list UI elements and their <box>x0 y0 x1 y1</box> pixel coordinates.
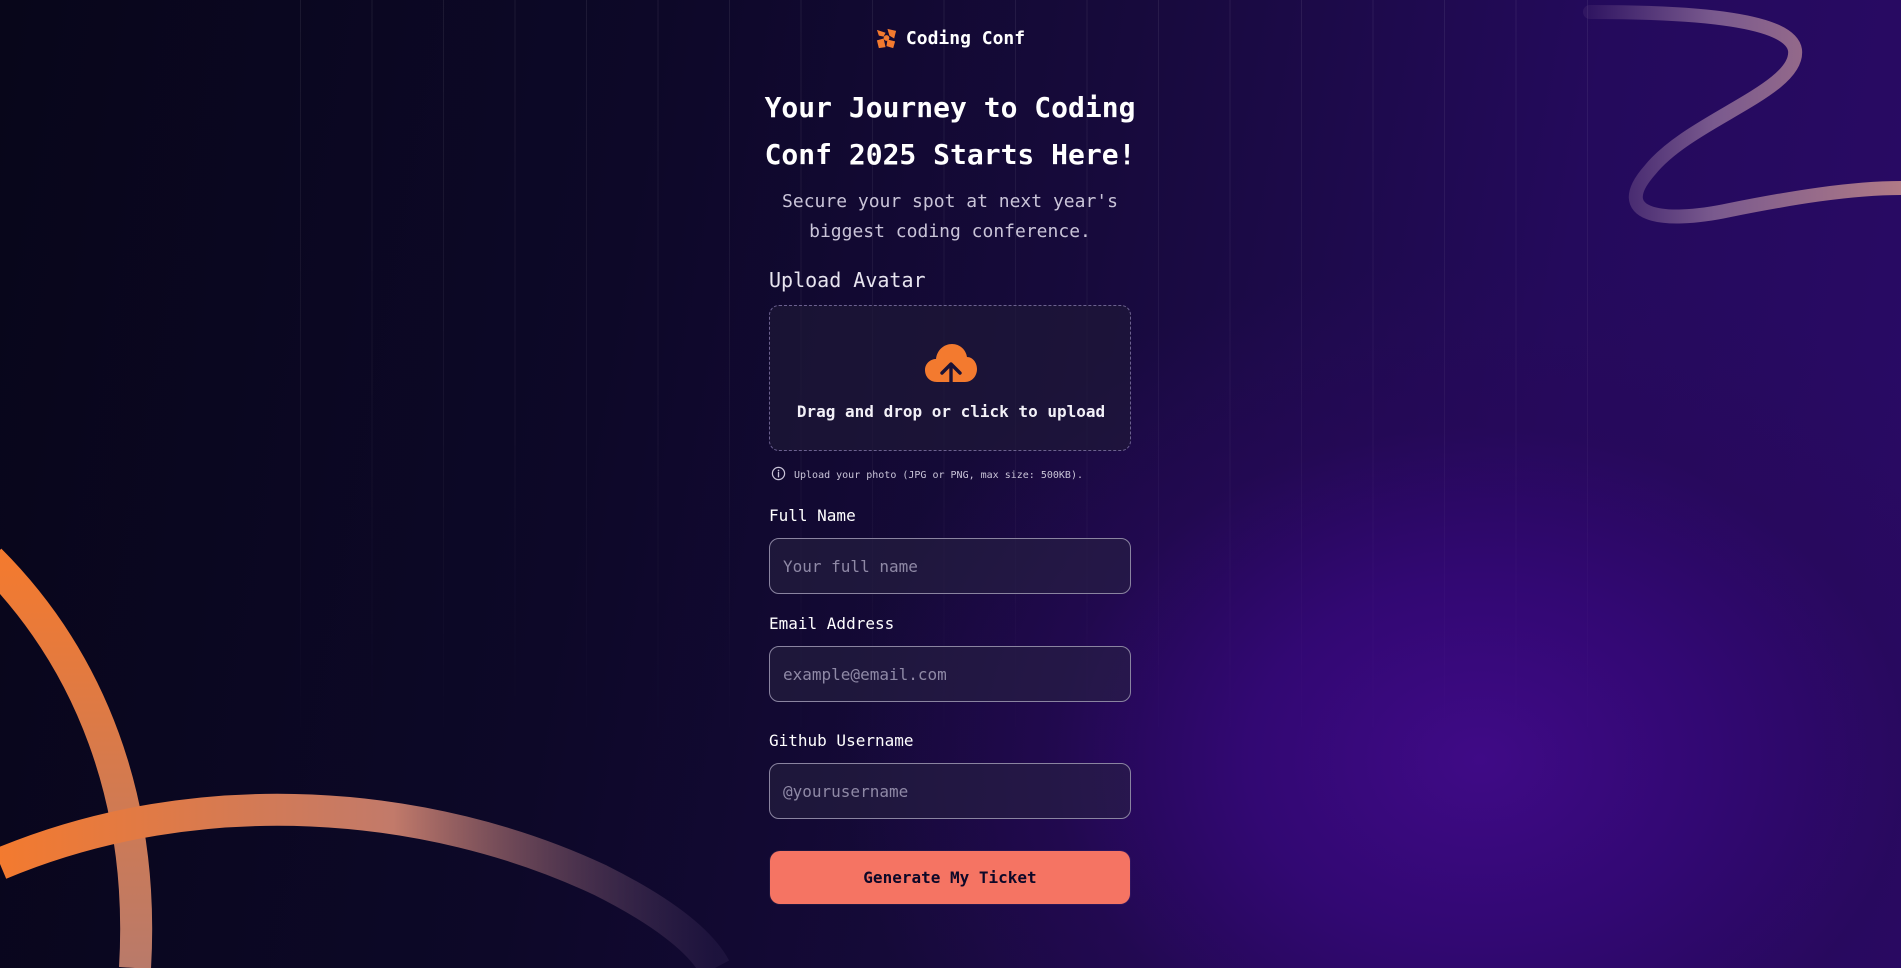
page-title: Your Journey to Coding Conf 2025 Starts … <box>764 91 1136 171</box>
dropzone-text: Drag and drop or click to upload <box>796 402 1106 421</box>
generate-ticket-button[interactable]: Generate My Ticket <box>770 851 1130 904</box>
upload-avatar-label: Upload Avatar <box>769 268 926 292</box>
email-input[interactable] <box>769 646 1131 702</box>
email-label: Email Address <box>769 614 895 633</box>
github-username-label: Github Username <box>769 731 914 750</box>
decor-orange-arc <box>0 548 153 968</box>
decor-squiggle-line <box>1583 5 1901 224</box>
upload-hint: Upload your photo (JPG or PNG, max size:… <box>771 466 1083 485</box>
github-username-input[interactable] <box>769 763 1131 819</box>
full-name-input[interactable] <box>769 538 1131 594</box>
coding-conf-logo-icon <box>875 27 898 50</box>
brand-header: Coding Conf <box>769 27 1131 50</box>
brand-name: Coding Conf <box>905 28 1026 49</box>
upload-hint-text: Upload your photo (JPG or PNG, max size:… <box>794 470 1083 481</box>
decor-orange-loop <box>0 793 730 968</box>
cloud-upload-icon <box>923 342 979 394</box>
info-icon <box>771 466 786 485</box>
avatar-dropzone[interactable]: Drag and drop or click to upload <box>769 305 1131 451</box>
full-name-label: Full Name <box>769 506 856 525</box>
page-subtitle: Secure your spot at next year's biggest … <box>782 191 1118 242</box>
